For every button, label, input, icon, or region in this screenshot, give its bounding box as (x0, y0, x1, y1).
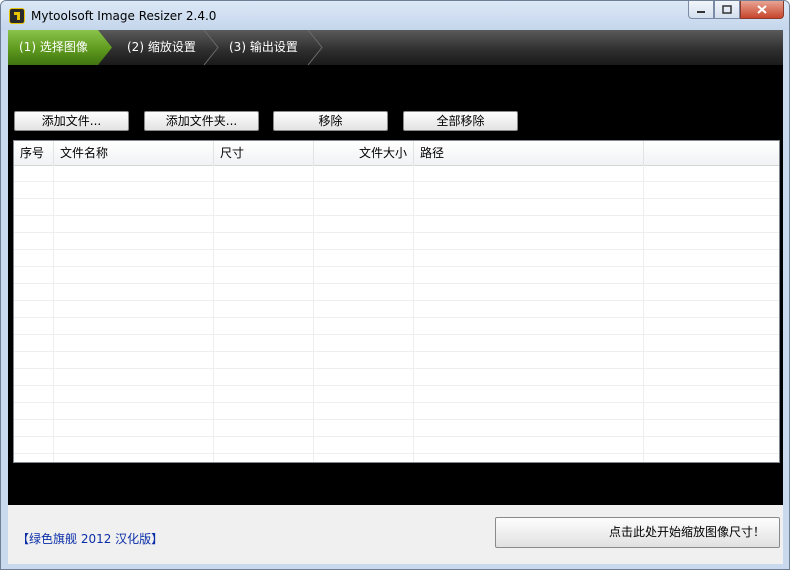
add-files-button[interactable]: 添加文件... (14, 111, 129, 131)
add-folder-button[interactable]: 添加文件夹... (144, 111, 259, 131)
column-header-filename[interactable]: 文件名称 (54, 141, 214, 165)
app-window: Mytoolsoft Image Resizer 2.4.0 (1) 选择图像 … (0, 0, 790, 570)
minimize-button[interactable] (688, 1, 714, 19)
file-list[interactable]: 序号 文件名称 尺寸 文件大小 路径 (13, 140, 780, 463)
column-header-dimensions[interactable]: 尺寸 (214, 141, 314, 165)
window-controls (688, 1, 784, 21)
client-area: (1) 选择图像 (2) 缩放设置 (3) 输出设置 添加文件... 添加文件夹… (8, 30, 783, 564)
remove-button[interactable]: 移除 (273, 111, 388, 131)
tab-output-settings[interactable]: (3) 输出设置 (229, 30, 298, 65)
column-header-filesize[interactable]: 文件大小 (314, 141, 414, 165)
maximize-button[interactable] (714, 1, 740, 19)
maximize-icon (722, 5, 732, 14)
file-list-grid (14, 165, 779, 462)
close-button[interactable] (740, 1, 784, 19)
wizard-steps-bar: (1) 选择图像 (2) 缩放设置 (3) 输出设置 (8, 30, 783, 65)
bottom-panel: 【绿色旗舰 2012 汉化版】 点击此处开始缩放图像尺寸！ (8, 505, 783, 564)
version-note: 【绿色旗舰 2012 汉化版】 (17, 532, 164, 546)
title-bar[interactable]: Mytoolsoft Image Resizer 2.4.0 (1, 1, 789, 30)
remove-all-button[interactable]: 全部移除 (403, 111, 518, 131)
window-bottom-frame (1, 564, 789, 569)
column-header-filler (644, 141, 779, 165)
tab-resize-settings[interactable]: (2) 缩放设置 (127, 30, 196, 65)
column-header-path[interactable]: 路径 (414, 141, 644, 165)
close-icon (757, 5, 767, 14)
start-resize-button[interactable]: 点击此处开始缩放图像尺寸！ (495, 517, 780, 548)
minimize-icon (697, 10, 705, 13)
column-header-index[interactable]: 序号 (14, 141, 54, 165)
window-title: Mytoolsoft Image Resizer 2.4.0 (31, 9, 217, 23)
file-list-header: 序号 文件名称 尺寸 文件大小 路径 (14, 141, 779, 166)
tab-select-images[interactable]: (1) 选择图像 (19, 30, 88, 65)
app-icon[interactable] (9, 8, 25, 24)
